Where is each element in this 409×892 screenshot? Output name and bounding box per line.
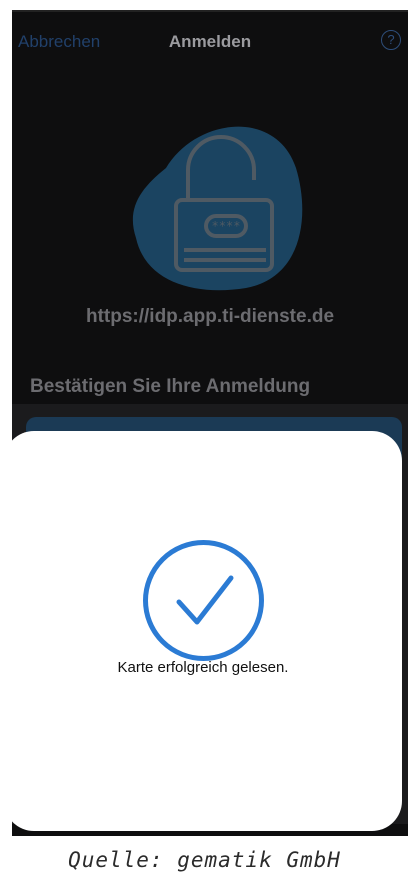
blob-shape [132, 126, 303, 291]
source-caption: Quelle: gematik GmbH [68, 848, 341, 872]
checkmark-circle-icon [143, 540, 264, 661]
lock-pin-mask: **** [212, 219, 241, 233]
success-sheet: Karte erfolgreich gelesen. [4, 431, 402, 831]
success-message: Karte erfolgreich gelesen. [117, 659, 289, 676]
nav-title: Anmelden [168, 32, 252, 51]
card-reader-illustration: **** [132, 126, 303, 291]
confirm-heading: Bestätigen Sie Ihre Anmeldung [30, 376, 311, 397]
help-icon[interactable]: ? [381, 30, 401, 50]
nav-bar: Abbrechen Anmelden ? [12, 28, 408, 58]
host-url: https://idp.app.ti-dienste.de [85, 306, 335, 327]
